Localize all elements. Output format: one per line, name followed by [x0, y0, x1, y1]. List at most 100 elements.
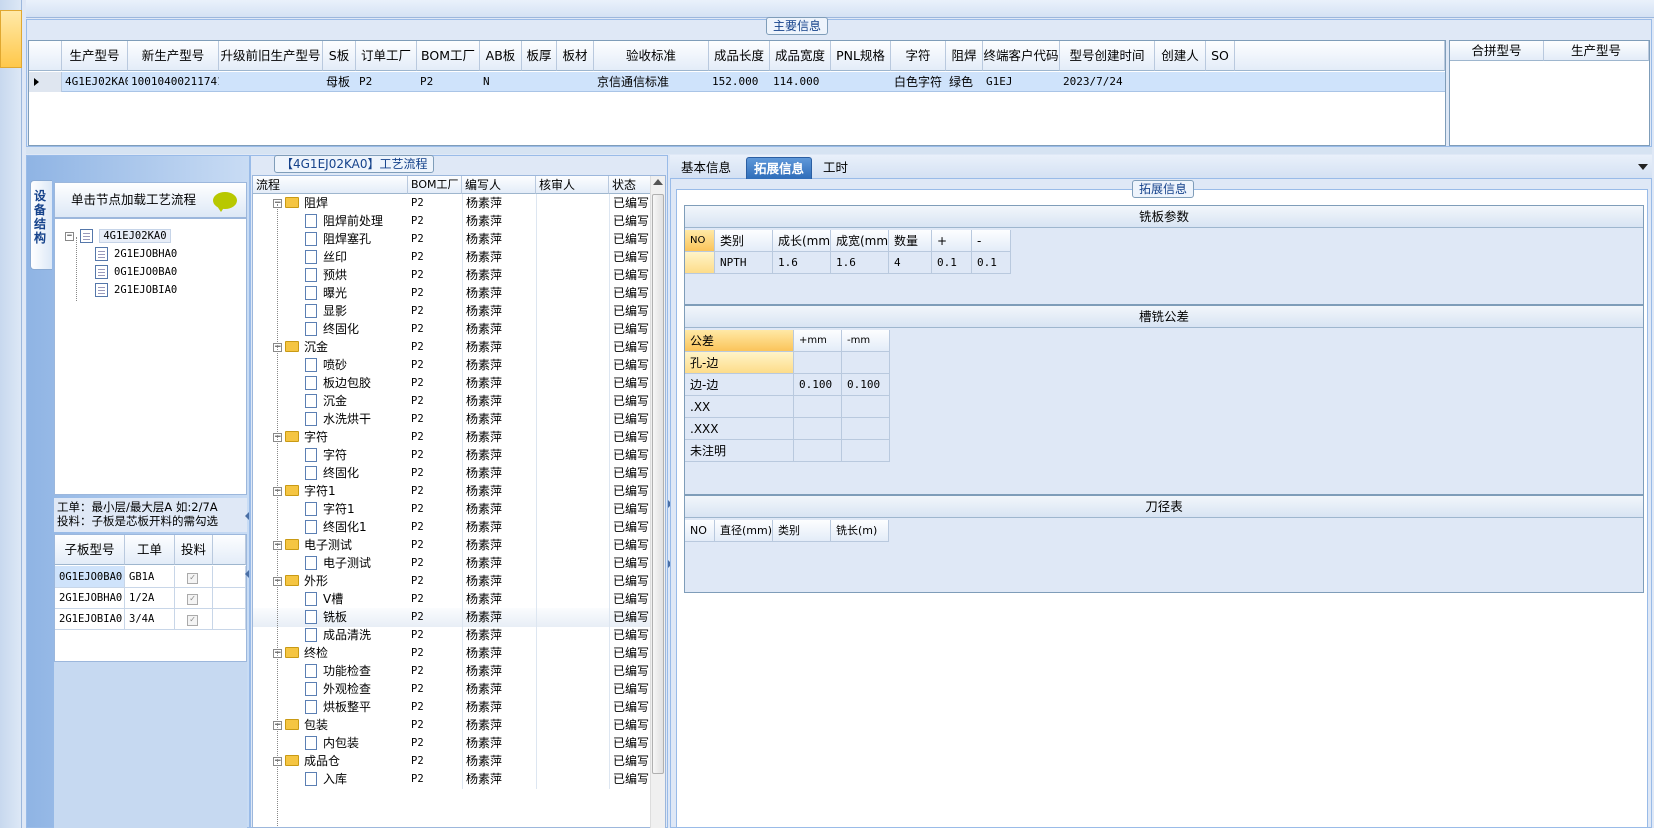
col-header[interactable]: 字符 — [891, 41, 946, 71]
feed-checkbox[interactable]: ✓ — [187, 573, 198, 584]
collapse-icon[interactable]: − — [65, 231, 74, 241]
collapse-left-arrow-icon[interactable] — [245, 570, 249, 578]
table-cell[interactable]: 114.000 — [770, 72, 831, 92]
tolerance-cell[interactable] — [842, 418, 890, 440]
flow-row[interactable]: 显影 P2 杨素萍 已编写 — [253, 302, 653, 321]
flow-row[interactable]: − 字符 P2 杨素萍 已编写 — [253, 428, 653, 447]
flow-row[interactable]: 阻焊塞孔 P2 杨素萍 已编写 — [253, 230, 653, 249]
collapse-left-arrow-icon[interactable] — [245, 512, 249, 520]
col-header-bom-factory[interactable]: BOM工厂 — [408, 176, 462, 194]
col-header[interactable]: 订单工厂 — [356, 41, 417, 71]
flow-row[interactable]: 沉金 P2 杨素萍 已编写 — [253, 392, 653, 411]
flow-row[interactable]: − 成品仓 P2 杨素萍 已编写 — [253, 752, 653, 771]
horizontal-splitter[interactable] — [26, 147, 1652, 154]
flow-row[interactable]: − 包装 P2 杨素萍 已编写 — [253, 716, 653, 735]
col-header[interactable]: BOM工厂 — [417, 41, 480, 71]
tolerance-cell[interactable]: 边-边 — [685, 374, 794, 396]
col-header-combined-model[interactable]: 合拼型号 — [1450, 41, 1544, 61]
col-header-flow[interactable]: 流程 — [253, 176, 408, 194]
col-header[interactable]: 成品长度 — [709, 41, 770, 71]
col-header[interactable]: 升级前旧生产型号 — [219, 41, 323, 71]
combined-model-grid[interactable]: 合拼型号 生产型号 — [1449, 40, 1650, 146]
mill-cell[interactable]: NPTH — [715, 252, 773, 274]
tolerance-cell[interactable] — [794, 418, 842, 440]
tolerance-cell[interactable]: 0.100 — [794, 374, 842, 396]
mill-cell[interactable]: 1.6 — [773, 252, 831, 274]
flow-row[interactable]: 内包装 P2 杨素萍 已编写 — [253, 734, 653, 753]
tool-col-header[interactable]: NO — [685, 520, 715, 542]
tool-col-header[interactable]: 直径(mm) — [715, 520, 773, 542]
tree-node-child[interactable]: 2G1EJOBHA0 — [95, 245, 177, 263]
col-header[interactable]: SO — [1206, 41, 1235, 71]
col-header-production-model[interactable]: 生产型号 — [1544, 41, 1649, 61]
mill-col-header[interactable]: 成宽(mm) — [831, 230, 889, 252]
sub-row-order[interactable]: 3/4A — [125, 608, 175, 630]
table-cell[interactable] — [1155, 72, 1206, 92]
col-header[interactable]: 创建人 — [1155, 41, 1206, 71]
sub-row-model[interactable]: 0G1EJO0BA0 — [55, 566, 125, 588]
tolerance-cell[interactable] — [794, 352, 842, 374]
tree-node-child[interactable]: 2G1EJOBIA0 — [95, 281, 177, 299]
col-header[interactable]: 型号创建时间 — [1060, 41, 1155, 71]
tolerance-cell[interactable] — [794, 396, 842, 418]
tool-col-header[interactable]: 铣长(m) — [831, 520, 889, 542]
table-cell[interactable] — [557, 72, 594, 92]
mill-col-header[interactable]: 数量 — [889, 230, 932, 252]
table-cell[interactable]: 母板 — [323, 72, 356, 92]
col-header[interactable]: 板厚 — [522, 41, 557, 71]
table-cell[interactable]: P2 — [356, 72, 417, 92]
tab-extended-info[interactable]: 拓展信息 — [746, 157, 813, 179]
table-cell[interactable]: 4G1EJ02KA0 — [62, 72, 128, 92]
mill-cell[interactable] — [685, 252, 715, 274]
table-cell[interactable]: 10010400211741 — [128, 72, 219, 92]
main-info-grid[interactable]: 生产型号 新生产型号 升级前旧生产型号 S板 订单工厂 BOM工厂 AB板 板厚 板材 验收标准成… — [28, 40, 1446, 146]
flow-row[interactable]: V槽 P2 杨素萍 已编写 — [253, 590, 653, 609]
tolerance-cell[interactable]: .XX — [685, 396, 794, 418]
flow-row[interactable]: 丝印 P2 杨素萍 已编写 — [253, 248, 653, 267]
flow-row[interactable]: 曝光 P2 杨素萍 已编写 — [253, 284, 653, 303]
col-header-feed[interactable]: 投料 — [175, 535, 213, 565]
chat-bubble-icon[interactable] — [213, 192, 237, 212]
table-cell[interactable] — [831, 72, 891, 92]
tab-dropdown-icon[interactable] — [1638, 164, 1648, 170]
tolerance-col-header[interactable]: +mm — [794, 330, 842, 352]
flow-row[interactable]: − 终检 P2 杨素萍 已编写 — [253, 644, 653, 663]
table-cell[interactable]: 152.000 — [709, 72, 770, 92]
flow-row[interactable]: − 阻焊 P2 杨素萍 已编写 — [253, 194, 653, 213]
sub-row-feed[interactable]: ✓ — [175, 566, 213, 588]
scroll-up-icon[interactable] — [653, 179, 663, 185]
col-header[interactable]: 生产型号 — [62, 41, 128, 71]
mill-cell[interactable]: 1.6 — [831, 252, 889, 274]
mill-col-header[interactable]: 类别 — [715, 230, 773, 252]
sub-row-model[interactable]: 2G1EJOBIA0 — [55, 608, 125, 630]
structure-tree[interactable]: − 4G1EJ02KA0 2G1EJOBHA0 0G1EJO0BA0 2G1EJ… — [54, 218, 247, 495]
table-cell[interactable]: 京信通信标准 — [594, 72, 709, 92]
mill-col-header[interactable]: NO — [685, 230, 715, 252]
sub-row-order[interactable]: GB1A — [125, 566, 175, 588]
col-header-order[interactable]: 工单 — [125, 535, 175, 565]
feed-checkbox[interactable]: ✓ — [187, 594, 198, 605]
col-header-sub-model[interactable]: 子板型号 — [55, 535, 125, 565]
tolerance-cell[interactable]: .XXX — [685, 418, 794, 440]
flow-row[interactable]: 水洗烘干 P2 杨素萍 已编写 — [253, 410, 653, 429]
flow-row[interactable]: 烘板整平 P2 杨素萍 已编写 — [253, 698, 653, 717]
col-header[interactable]: PNL规格 — [831, 41, 891, 71]
sub-row-feed[interactable]: ✓ — [175, 587, 213, 609]
flow-row[interactable]: 功能检查 P2 杨素萍 已编写 — [253, 662, 653, 681]
tolerance-cell[interactable] — [842, 440, 890, 462]
flow-row[interactable]: 字符 P2 杨素萍 已编写 — [253, 446, 653, 465]
table-cell[interactable]: G1EJ — [983, 72, 1060, 92]
tolerance-cell[interactable] — [794, 440, 842, 462]
tolerance-cell[interactable]: 0.100 — [842, 374, 890, 396]
flow-row[interactable]: 成品清洗 P2 杨素萍 已编写 — [253, 626, 653, 645]
flow-row[interactable]: − 字符1 P2 杨素萍 已编写 — [253, 482, 653, 501]
mill-cell[interactable]: 0.1 — [932, 252, 972, 274]
table-cell[interactable]: P2 — [417, 72, 480, 92]
tolerance-cell[interactable] — [842, 396, 890, 418]
col-header[interactable]: 新生产型号 — [128, 41, 219, 71]
col-header-writer[interactable]: 编写人 — [462, 176, 536, 194]
sub-row-model[interactable]: 2G1EJOBHA0 — [55, 587, 125, 609]
sub-board-grid[interactable]: 子板型号 工单 投料 0G1EJO0BA0 GB1A ✓ 2G1EJOBHA0 1/2A… — [54, 534, 247, 662]
flow-row[interactable]: 终固化1 P2 杨素萍 已编写 — [253, 518, 653, 537]
flow-row[interactable]: 板边包胶 P2 杨素萍 已编写 — [253, 374, 653, 393]
